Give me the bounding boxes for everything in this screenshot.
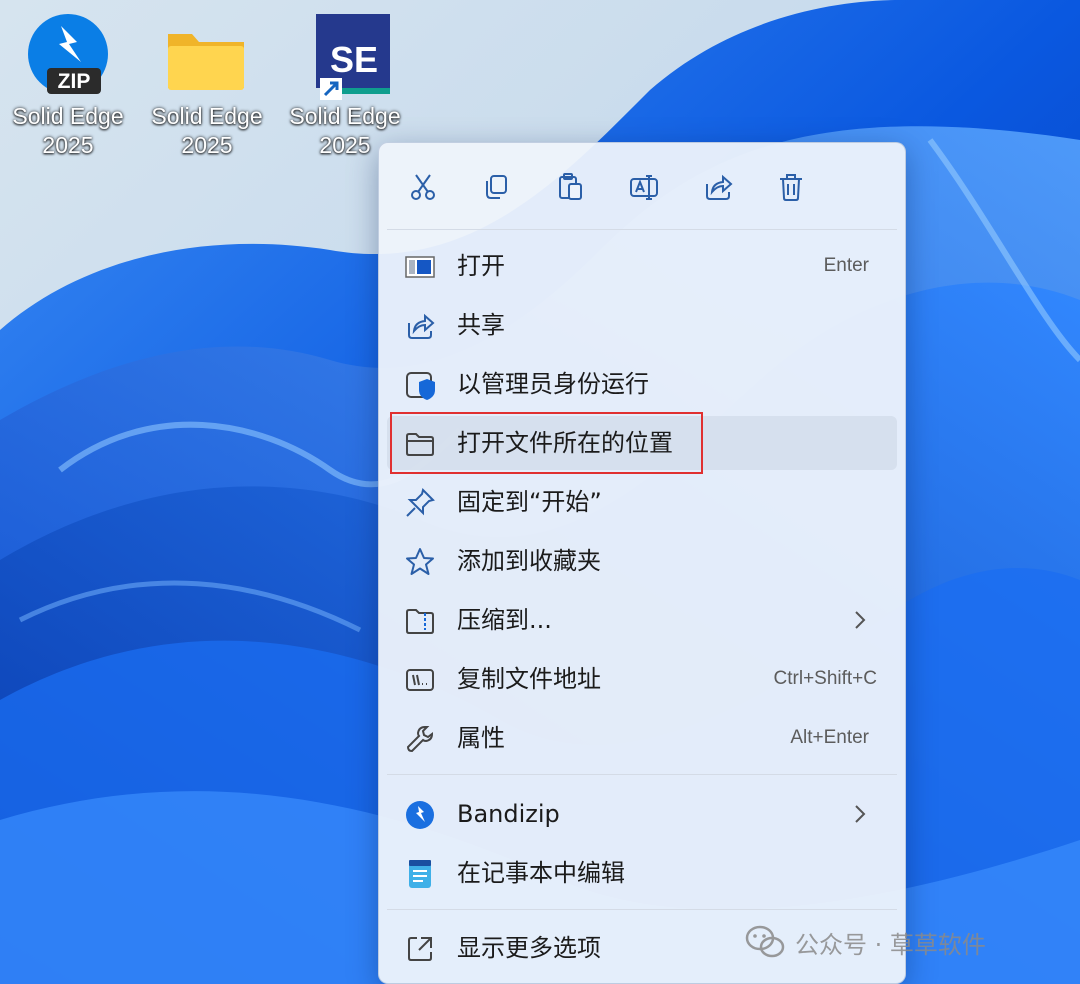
rename-icon [630, 175, 658, 200]
menu-item-run-as-admin[interactable]: 以管理员身份运行 [387, 357, 897, 411]
desktop-icon-zip[interactable]: ZIP Solid Edge 2025 [3, 12, 133, 160]
paste-button[interactable] [550, 167, 590, 207]
menu-item-label: 打开 [457, 252, 505, 280]
cut-button[interactable] [403, 167, 443, 207]
pin-icon [405, 488, 435, 518]
menu-separator [387, 774, 897, 775]
desktop-icon-label: Solid Edge 2025 [151, 103, 263, 158]
star-icon [405, 547, 435, 577]
desktop-icon-folder[interactable]: Solid Edge 2025 [142, 12, 272, 160]
menu-item-add-to-favorites[interactable]: 添加到收藏夹 [387, 534, 897, 588]
bandizip-icon [405, 800, 435, 830]
app-window-icon [405, 252, 435, 282]
desktop-icon-label: Solid Edge 2025 [12, 103, 124, 158]
menu-item-label: 复制文件地址 [457, 665, 601, 693]
chevron-right-icon [855, 611, 866, 629]
paste-icon [559, 173, 582, 200]
delete-icon [780, 174, 802, 201]
watermark-text: 公众号 · 草草软件 [795, 930, 986, 959]
menu-item-copy-as-path[interactable]: 复制文件地址 Ctrl+Shift+C [387, 652, 897, 706]
menu-separator [387, 229, 897, 230]
menu-item-pin-to-start[interactable]: 固定到“开始” [387, 475, 897, 529]
menu-item-open[interactable]: 打开 Enter [387, 239, 897, 293]
desktop-icon-solid-edge[interactable]: SE Solid Edge 2025 [280, 12, 410, 160]
wechat-icon [745, 925, 785, 958]
menu-item-label: Bandizip [457, 800, 560, 828]
menu-item-label: 压缩到... [457, 606, 552, 634]
bandizip-archive-icon: ZIP [23, 12, 113, 102]
menu-item-label: 显示更多选项 [457, 934, 601, 962]
menu-item-edit-in-notepad[interactable]: 在记事本中编辑 [387, 846, 897, 900]
menu-item-share[interactable]: 共享 [387, 298, 897, 352]
highlight-annotation-box [390, 412, 703, 474]
chevron-right-icon [855, 805, 866, 823]
copy-icon [486, 175, 507, 199]
context-menu: 打开 Enter 共享 以管理员身份运行 打开文件所在的位置 固定到“开始” 添… [378, 142, 906, 984]
cut-icon [411, 174, 435, 200]
expand-icon [405, 934, 435, 964]
menu-separator [387, 909, 897, 910]
solid-edge-app-icon: SE [300, 12, 396, 102]
context-menu-toolbar [379, 143, 905, 229]
menu-item-properties[interactable]: 属性 Alt+Enter [387, 711, 897, 765]
notepad-icon [405, 859, 435, 889]
menu-item-shortcut: Enter [823, 255, 869, 276]
menu-item-label: 属性 [457, 724, 505, 752]
share-icon [706, 174, 733, 200]
se-badge-text: SE [330, 39, 378, 80]
copy-path-icon [405, 665, 435, 695]
watermark: 公众号 · 草草软件 [745, 922, 986, 962]
menu-item-label: 在记事本中编辑 [457, 859, 625, 887]
menu-item-compress-to[interactable]: 压缩到... [387, 593, 897, 647]
menu-item-label: 固定到“开始” [457, 488, 602, 516]
delete-button[interactable] [771, 167, 811, 207]
zip-badge-text: ZIP [58, 70, 91, 93]
menu-item-shortcut: Ctrl+Shift+C [773, 668, 877, 689]
rename-button[interactable] [624, 167, 664, 207]
menu-item-label: 添加到收藏夹 [457, 547, 601, 575]
share-button[interactable] [698, 167, 738, 207]
menu-item-label: 共享 [457, 311, 505, 339]
zip-folder-icon [405, 606, 435, 636]
copy-button[interactable] [476, 167, 516, 207]
wrench-icon [405, 724, 435, 754]
menu-item-label: 以管理员身份运行 [457, 370, 649, 398]
shield-icon [405, 370, 435, 400]
menu-item-bandizip[interactable]: Bandizip [387, 787, 897, 841]
menu-item-shortcut: Alt+Enter [790, 727, 869, 748]
folder-icon [162, 12, 252, 102]
share-icon [405, 311, 435, 341]
